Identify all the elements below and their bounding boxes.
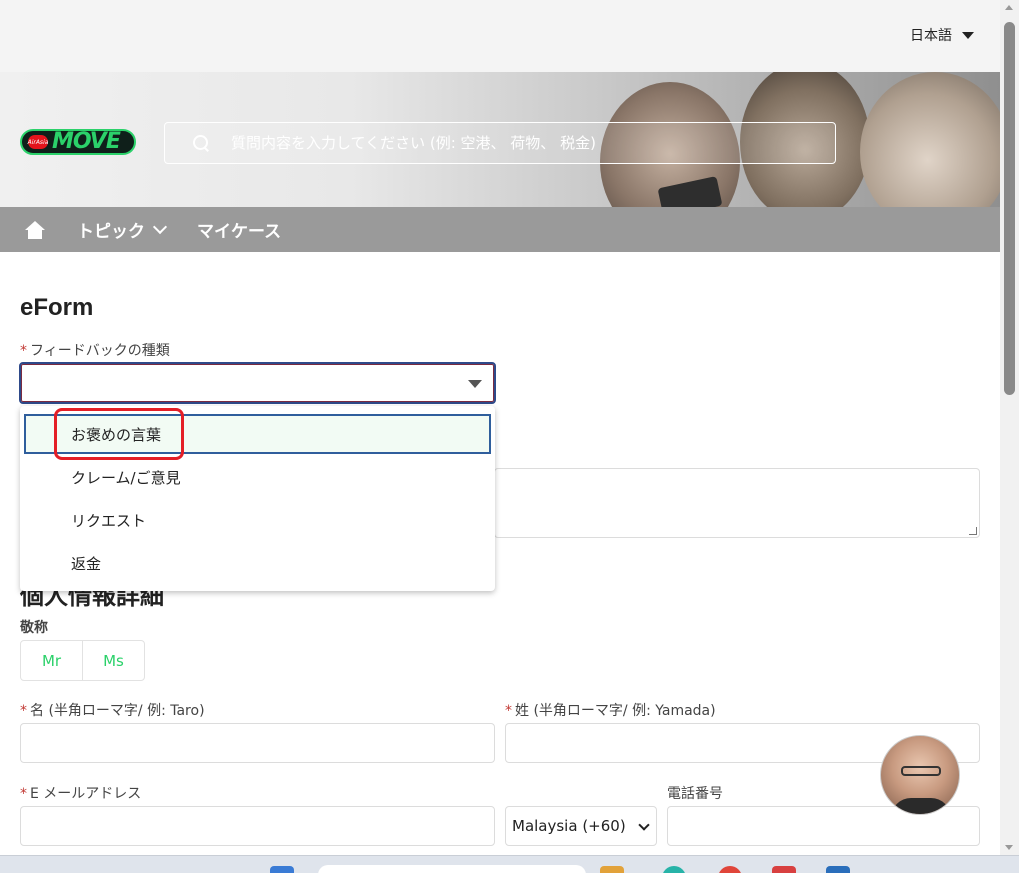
scroll-up-icon[interactable] xyxy=(1005,5,1013,10)
country-code-value: Malaysia (+60) xyxy=(512,817,626,835)
nav-topics-label: トピック xyxy=(77,222,145,242)
required-mark: * xyxy=(20,343,27,359)
nav-my-cases-label: マイケース xyxy=(197,222,282,242)
scrollbar-thumb[interactable] xyxy=(1004,22,1015,395)
salutation-label: 敬称 xyxy=(20,620,48,636)
app-icon[interactable] xyxy=(826,866,850,873)
feedback-type-label: * フィードバックの種類 xyxy=(20,340,170,360)
language-selector[interactable]: 日本語 xyxy=(910,25,974,45)
top-bar: 日本語 xyxy=(0,0,1000,72)
email-label-text: E メールアドレス xyxy=(30,786,142,802)
browser-icon[interactable] xyxy=(662,866,686,873)
chevron-down-icon xyxy=(152,219,168,234)
page-scrollbar[interactable] xyxy=(1000,0,1019,855)
first-name-field[interactable] xyxy=(20,723,495,763)
search-bar[interactable] xyxy=(164,122,836,164)
first-name-label: * 名 (半角ローマ字/ 例: Taro) xyxy=(20,700,205,720)
country-code-select[interactable]: Malaysia (+60) xyxy=(505,806,657,846)
app-icon[interactable] xyxy=(718,866,742,873)
phone-label: 電話番号 xyxy=(667,786,723,802)
search-icon xyxy=(191,133,211,153)
airasia-logo-icon: AirAsia xyxy=(28,135,48,149)
caret-down-icon xyxy=(962,31,974,39)
avatar-glasses xyxy=(901,766,941,776)
option-refund[interactable]: 返金 xyxy=(20,543,495,583)
os-taskbar xyxy=(0,855,1019,873)
main-nav: トピック マイケース xyxy=(0,207,1000,252)
email-label: * E メールアドレス xyxy=(20,783,141,803)
required-mark: * xyxy=(20,703,27,719)
feedback-type-text: フィードバックの種類 xyxy=(30,343,170,359)
page-title: eForm xyxy=(20,294,94,321)
last-name-label-text: 姓 (半角ローマ字/ 例: Yamada) xyxy=(515,703,716,719)
mail-icon[interactable] xyxy=(772,866,796,873)
salutation-ms-button[interactable]: Ms xyxy=(83,641,144,680)
start-icon[interactable] xyxy=(270,866,294,873)
last-name-label: * 姓 (半角ローマ字/ 例: Yamada) xyxy=(505,700,716,720)
move-logo-wordmark: MOVE xyxy=(52,129,121,154)
language-label: 日本語 xyxy=(910,28,952,44)
nav-my-cases[interactable]: マイケース xyxy=(197,217,281,242)
home-icon[interactable] xyxy=(25,220,45,239)
hero-photo-person xyxy=(860,72,1000,207)
scroll-down-icon[interactable] xyxy=(1005,845,1013,850)
chevron-down-icon xyxy=(638,819,650,831)
hero-banner: AirAsia MOVE xyxy=(0,72,1000,207)
dropdown-arrow-icon xyxy=(468,380,482,388)
first-name-label-text: 名 (半角ローマ字/ 例: Taro) xyxy=(30,703,205,719)
search-input[interactable] xyxy=(231,134,791,152)
highlight-box xyxy=(54,408,184,460)
feedback-type-select[interactable] xyxy=(19,362,496,404)
salutation-toggle: Mr Ms xyxy=(20,640,145,681)
airasia-move-logo[interactable]: AirAsia MOVE xyxy=(20,129,136,155)
nav-topics[interactable]: トピック xyxy=(77,217,168,242)
option-request[interactable]: リクエスト xyxy=(20,500,495,540)
folder-icon[interactable] xyxy=(600,866,624,873)
chat-assistant-avatar[interactable] xyxy=(880,735,960,815)
feedback-textarea[interactable] xyxy=(494,468,980,538)
option-complaint[interactable]: クレーム/ご意見 xyxy=(20,457,495,497)
avatar-shirt xyxy=(891,798,951,814)
email-field[interactable] xyxy=(20,806,495,846)
required-mark: * xyxy=(505,703,512,719)
salutation-mr-button[interactable]: Mr xyxy=(21,641,83,680)
required-mark: * xyxy=(20,786,27,802)
taskbar-search[interactable] xyxy=(318,865,586,873)
